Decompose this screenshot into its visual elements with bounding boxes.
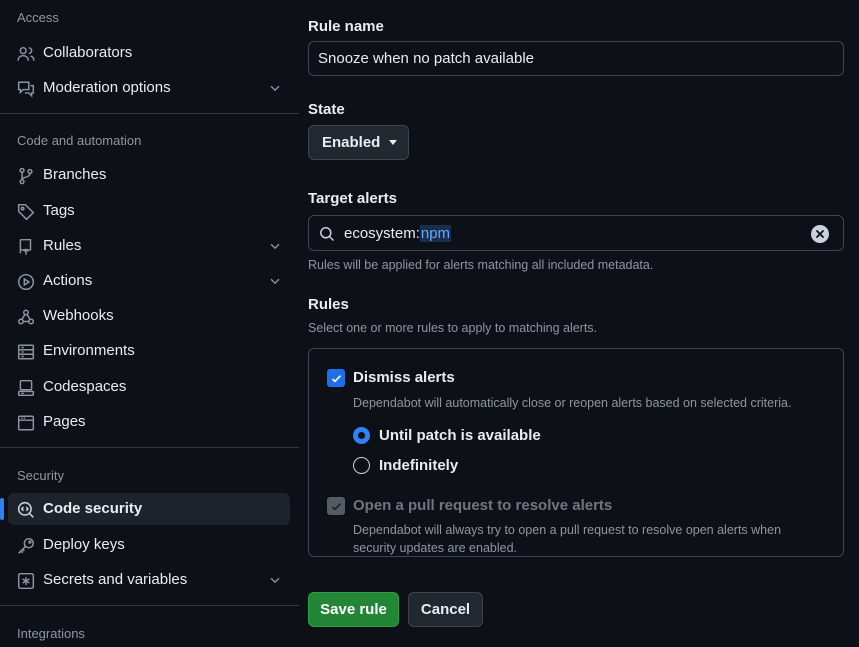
chevron-down-icon[interactable] bbox=[268, 239, 282, 253]
rule-name-label: Rule name bbox=[308, 18, 384, 35]
sidebar-item-rules[interactable]: Rules bbox=[8, 230, 290, 262]
play-icon bbox=[17, 273, 35, 291]
rules-panel: Dismiss alerts Dependabot will automatic… bbox=[308, 348, 844, 557]
sidebar-item-label: Branches bbox=[43, 166, 107, 183]
sidebar-item-deploy-keys[interactable]: Deploy keys bbox=[8, 529, 290, 561]
sidebar-divider bbox=[0, 447, 299, 448]
until-patch-label: Until patch is available bbox=[379, 427, 541, 444]
target-alerts-search-input[interactable]: ecosystem:npm bbox=[308, 215, 844, 251]
save-rule-button[interactable]: Save rule bbox=[308, 592, 399, 627]
key-icon bbox=[17, 537, 35, 555]
codescan-icon bbox=[17, 501, 35, 519]
open-pull-request-checkbox[interactable] bbox=[327, 497, 345, 515]
webhook-icon bbox=[17, 308, 35, 326]
git-branch-icon bbox=[17, 167, 35, 185]
server-icon bbox=[17, 343, 35, 361]
indefinitely-radio[interactable] bbox=[353, 457, 370, 474]
sidebar-item-label: Moderation options bbox=[43, 79, 171, 96]
key-asterisk-icon bbox=[17, 572, 35, 590]
sidebar-item-label: Pages bbox=[43, 413, 86, 430]
sidebar-item-label: Collaborators bbox=[43, 44, 133, 61]
sidebar-item-pages[interactable]: Pages bbox=[8, 406, 290, 438]
sidebar-item-actions[interactable]: Actions bbox=[8, 265, 290, 297]
sidebar-item-code-security[interactable]: Code security bbox=[0, 493, 290, 525]
section-title-integrations: Integrations bbox=[17, 626, 85, 641]
sidebar-item-secrets[interactable]: Secrets and variables bbox=[8, 564, 290, 596]
until-patch-radio[interactable] bbox=[353, 427, 370, 444]
tag-icon bbox=[17, 203, 35, 221]
section-title-code-automation: Code and automation bbox=[17, 133, 142, 148]
state-label: State bbox=[308, 101, 345, 118]
sidebar-item-environments[interactable]: Environments bbox=[8, 335, 290, 367]
sidebar-item-moderation[interactable]: Moderation options bbox=[8, 72, 290, 104]
open-pull-request-label: Open a pull request to resolve alerts bbox=[353, 497, 613, 514]
target-alerts-label: Target alerts bbox=[308, 190, 397, 207]
clear-search-button[interactable] bbox=[811, 225, 829, 243]
state-value: Enabled bbox=[322, 134, 381, 151]
comment-discussion-icon bbox=[17, 80, 35, 98]
caret-down-icon bbox=[389, 140, 398, 145]
sidebar-item-webhooks[interactable]: Webhooks bbox=[8, 300, 290, 332]
sidebar-divider bbox=[0, 605, 299, 606]
chevron-down-icon[interactable] bbox=[268, 81, 282, 95]
sidebar-item-label: Code security bbox=[43, 500, 143, 517]
query-key: ecosystem: bbox=[344, 225, 420, 242]
rule-name-input[interactable] bbox=[308, 41, 844, 76]
people-icon bbox=[17, 45, 35, 63]
sidebar-item-label: Secrets and variables bbox=[43, 571, 188, 588]
sidebar-item-label: Deploy keys bbox=[43, 536, 125, 553]
sidebar-item-label: Webhooks bbox=[43, 307, 114, 324]
sidebar-divider bbox=[0, 113, 299, 114]
indefinitely-label: Indefinitely bbox=[379, 457, 459, 474]
sidebar-item-label: Actions bbox=[43, 272, 93, 289]
search-icon bbox=[320, 227, 335, 242]
rules-hint: Select one or more rules to apply to mat… bbox=[308, 321, 598, 335]
rules-label: Rules bbox=[308, 296, 349, 313]
pull-request-description-line2: security updates are enabled. bbox=[353, 541, 517, 555]
pull-request-description-line1: Dependabot will always try to open a pul… bbox=[353, 523, 782, 537]
codespaces-icon bbox=[17, 379, 35, 397]
sidebar-item-label: Codespaces bbox=[43, 378, 127, 395]
chevron-down-icon[interactable] bbox=[268, 573, 282, 587]
chevron-down-icon[interactable] bbox=[268, 274, 282, 288]
query-text: ecosystem:npm bbox=[344, 225, 452, 242]
sidebar-item-branches[interactable]: Branches bbox=[8, 159, 290, 191]
sidebar-item-label: Rules bbox=[43, 237, 82, 254]
dismiss-alerts-checkbox[interactable] bbox=[327, 369, 345, 387]
section-title-security: Security bbox=[17, 468, 64, 483]
sidebar-item-tags[interactable]: Tags bbox=[8, 195, 290, 227]
repo-push-icon bbox=[17, 238, 35, 256]
cancel-button[interactable]: Cancel bbox=[408, 592, 483, 627]
browser-icon bbox=[17, 414, 35, 432]
query-value: npm bbox=[419, 225, 452, 242]
target-alerts-hint: Rules will be applied for alerts matchin… bbox=[308, 258, 654, 272]
state-dropdown-button[interactable]: Enabled bbox=[308, 125, 409, 160]
settings-sidebar: Access Collaborators Moderation options … bbox=[0, 0, 299, 647]
dismiss-alerts-label: Dismiss alerts bbox=[353, 369, 455, 386]
dismiss-alerts-description: Dependabot will automatically close or r… bbox=[353, 396, 792, 410]
sidebar-item-label: Environments bbox=[43, 342, 135, 359]
check-icon bbox=[331, 502, 341, 510]
section-title-access: Access bbox=[17, 10, 59, 25]
sidebar-item-collaborators[interactable]: Collaborators bbox=[8, 37, 290, 69]
active-indicator bbox=[0, 498, 4, 520]
sidebar-item-label: Tags bbox=[43, 202, 75, 219]
check-icon bbox=[331, 374, 341, 382]
sidebar-item-codespaces[interactable]: Codespaces bbox=[8, 371, 290, 403]
close-icon bbox=[816, 230, 824, 238]
